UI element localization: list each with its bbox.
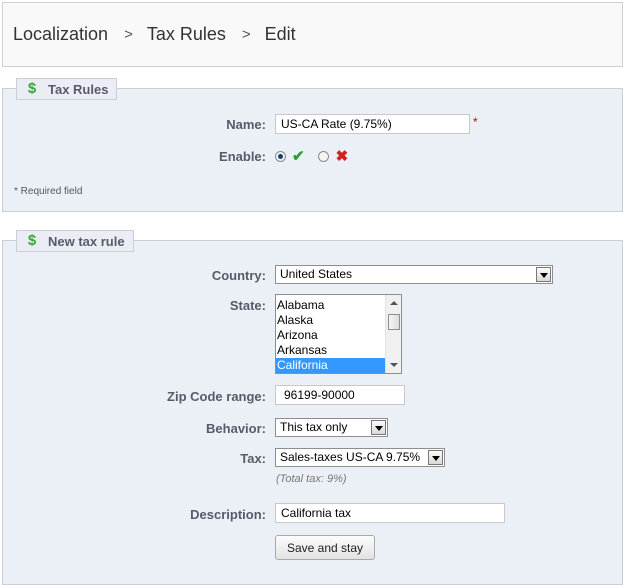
new-tax-rule-panel: $ New tax rule (2, 230, 623, 585)
description-label: Description: (190, 507, 266, 522)
new-tax-rule-legend-label: New tax rule (48, 233, 125, 249)
breadcrumb-item-tax-rules[interactable]: Tax Rules (147, 24, 226, 45)
chevron-down-icon[interactable] (371, 420, 386, 435)
state-option-alabama[interactable]: Alabama (276, 298, 386, 313)
scroll-up-icon[interactable] (390, 301, 398, 305)
name-input[interactable]: US-CA Rate (9.75%) (275, 114, 470, 134)
tax-label: Tax: (240, 451, 266, 466)
dollar-icon: $ (27, 232, 37, 249)
breadcrumb-item-edit: Edit (264, 24, 296, 44)
state-listbox[interactable]: Alabama Alaska Arizona Arkansas Californ… (275, 294, 402, 374)
tax-select[interactable]: Sales-taxes US-CA 9.75% (275, 448, 445, 467)
enable-label: Enable: (219, 149, 266, 164)
state-label: State: (229, 298, 266, 313)
behavior-select-value: This tax only (280, 420, 348, 434)
behavior-label: Behavior: (206, 421, 266, 436)
scroll-down-icon[interactable] (390, 363, 398, 367)
breadcrumb-item-localization[interactable]: Localization (13, 24, 108, 45)
breadcrumb-separator: > (124, 26, 133, 43)
state-option-arkansas[interactable]: Arkansas (276, 343, 386, 358)
name-label: Name: (226, 117, 266, 132)
check-icon: ✔ (292, 148, 305, 165)
zip-label: Zip Code range: (167, 389, 266, 404)
enable-yes-radio[interactable] (275, 150, 286, 162)
state-scrollbar[interactable] (385, 295, 401, 373)
save-and-stay-button[interactable]: Save and stay (275, 535, 375, 560)
required-field-note: * Required field (14, 186, 83, 197)
chevron-down-icon[interactable] (536, 267, 551, 282)
tax-rules-legend: $ Tax Rules (16, 78, 118, 100)
tax-rules-legend-label: Tax Rules (48, 81, 109, 97)
description-input[interactable]: California tax (275, 503, 505, 523)
state-option-alaska[interactable]: Alaska (276, 313, 386, 328)
cross-icon: ✖ (335, 148, 349, 165)
tax-select-value: Sales-taxes US-CA 9.75% (280, 450, 421, 464)
state-option-california[interactable]: California (276, 358, 386, 373)
enable-no-radio[interactable] (317, 150, 329, 162)
zip-input[interactable]: 96199-90000 (275, 385, 405, 405)
total-tax-hint: (Total tax: 9%) (276, 473, 347, 485)
enable-options: ✔ ✖ (275, 146, 348, 166)
behavior-select[interactable]: This tax only (275, 418, 388, 437)
dollar-icon: $ (27, 80, 37, 97)
chevron-down-icon[interactable] (428, 450, 443, 465)
state-option-arizona[interactable]: Arizona (276, 328, 386, 343)
breadcrumb: Localization > Tax Rules > Edit (2, 2, 623, 67)
breadcrumb-separator: > (241, 26, 251, 43)
country-label: Country: (211, 268, 266, 283)
new-tax-rule-legend: $ New tax rule (16, 230, 134, 252)
scroll-thumb[interactable] (388, 314, 400, 330)
required-mark: * (473, 115, 478, 129)
country-select[interactable]: United States (275, 265, 553, 284)
country-select-value: United States (280, 267, 353, 281)
